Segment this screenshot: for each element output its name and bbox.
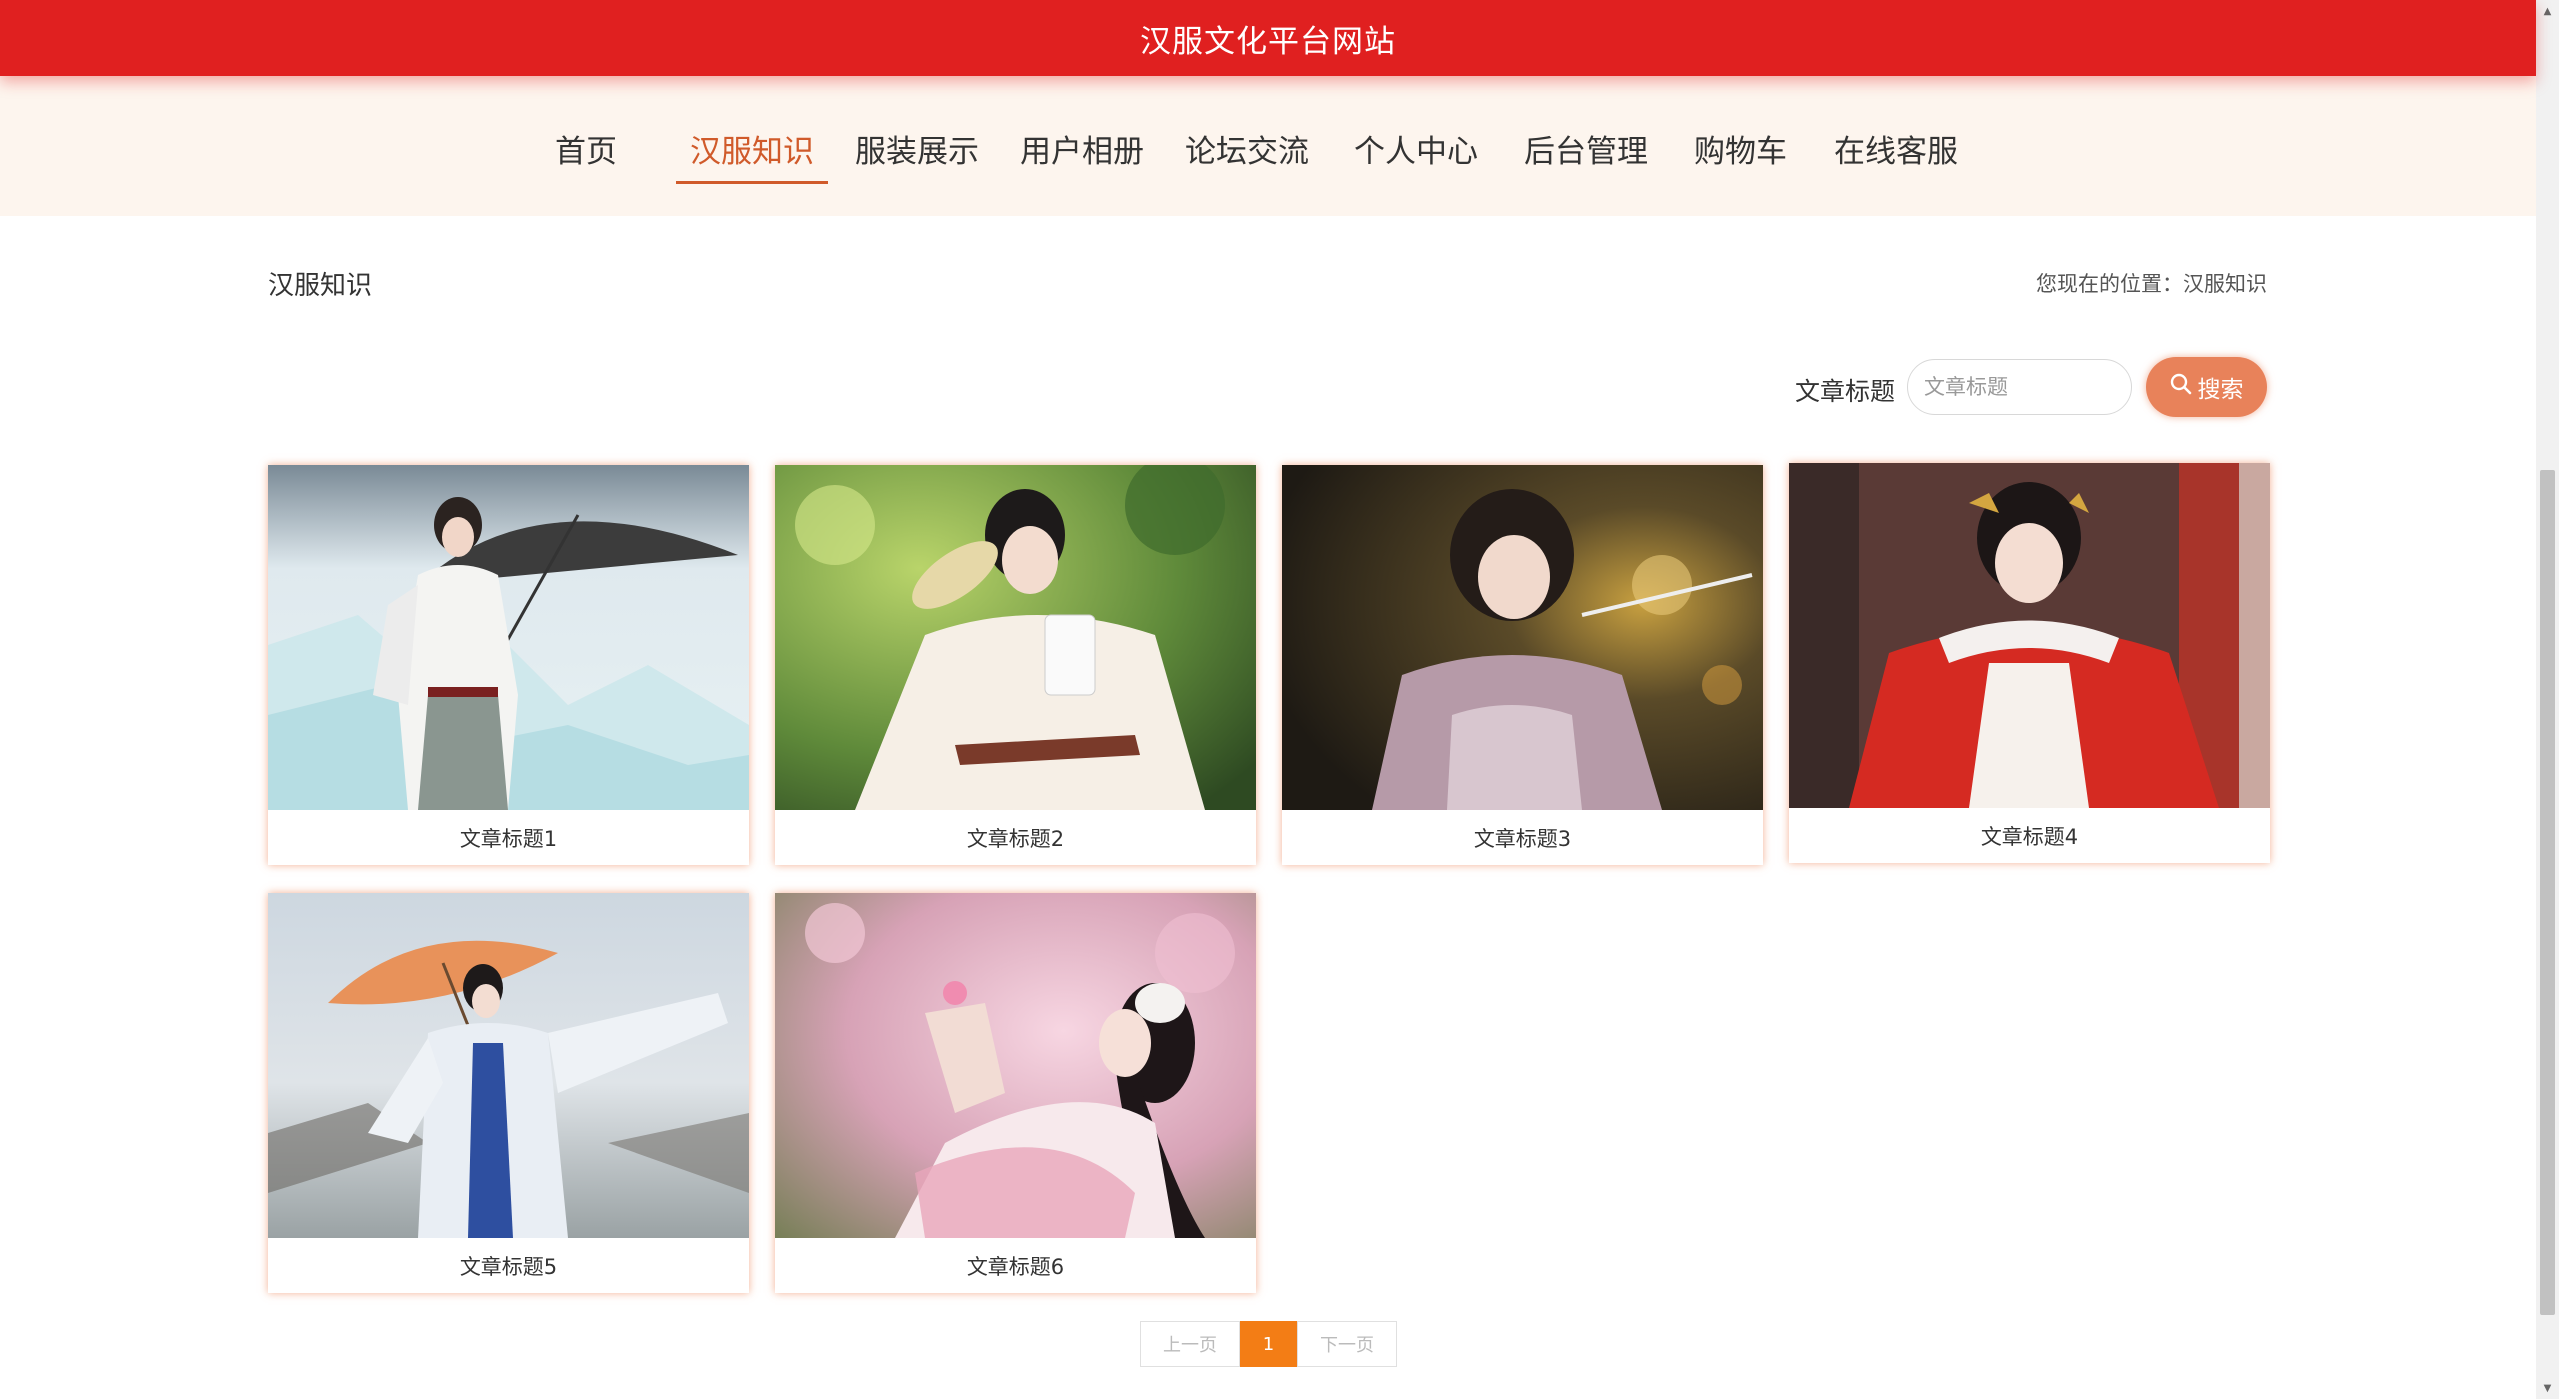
nav-item-forum[interactable]: 论坛交流 <box>1185 126 1309 181</box>
article-image[interactable] <box>775 893 1256 1238</box>
site-title: 汉服文化平台网站 <box>1140 23 1396 60</box>
article-title[interactable]: 文章标题1 <box>268 810 749 865</box>
article-image[interactable] <box>1789 463 2270 808</box>
article-card[interactable]: 文章标题3 <box>1282 465 1763 865</box>
nav-item-hanfu-knowledge[interactable]: 汉服知识 <box>676 126 828 184</box>
scroll-up-arrow-icon[interactable]: ▲ <box>2536 2 2559 20</box>
article-image[interactable] <box>775 465 1256 810</box>
nav-item-cart[interactable]: 购物车 <box>1694 126 1787 181</box>
main-nav: 首页 汉服知识 服装展示 用户相册 论坛交流 个人中心 后台管理 购物车 在线客… <box>0 76 2536 216</box>
article-card[interactable]: 文章标题5 <box>268 893 749 1293</box>
article-image[interactable] <box>1282 465 1763 810</box>
article-title[interactable]: 文章标题3 <box>1282 810 1763 865</box>
article-title[interactable]: 文章标题4 <box>1789 808 2270 863</box>
search-icon <box>2170 373 2192 401</box>
article-title[interactable]: 文章标题2 <box>775 810 1256 865</box>
nav-item-costume-display[interactable]: 服装展示 <box>855 126 979 181</box>
current-page-button[interactable]: 1 <box>1240 1321 1297 1367</box>
nav-item-online-service[interactable]: 在线客服 <box>1834 126 1958 181</box>
nav-item-personal-center[interactable]: 个人中心 <box>1354 126 1478 181</box>
next-page-button[interactable]: 下一页 <box>1297 1321 1397 1367</box>
search-button-label: 搜索 <box>2197 377 2244 403</box>
breadcrumb: 您现在的位置：汉服知识 <box>2036 272 2267 296</box>
nav-item-home[interactable]: 首页 <box>555 126 617 181</box>
article-card[interactable]: 文章标题2 <box>775 465 1256 865</box>
search-label: 文章标题 <box>1795 377 1896 406</box>
article-card[interactable]: 文章标题6 <box>775 893 1256 1293</box>
search-input[interactable] <box>1907 359 2132 415</box>
article-card[interactable]: 文章标题1 <box>268 465 749 865</box>
article-image[interactable] <box>268 893 749 1238</box>
article-title[interactable]: 文章标题5 <box>268 1238 749 1293</box>
site-header: 汉服文化平台网站 <box>0 0 2536 76</box>
prev-page-button[interactable]: 上一页 <box>1140 1321 1240 1367</box>
article-card[interactable]: 文章标题4 <box>1789 463 2270 863</box>
nav-item-admin[interactable]: 后台管理 <box>1524 126 1648 181</box>
scrollbar-thumb[interactable] <box>2540 470 2555 1315</box>
nav-item-user-album[interactable]: 用户相册 <box>1020 126 1144 181</box>
article-title[interactable]: 文章标题6 <box>775 1238 1256 1293</box>
page-title: 汉服知识 <box>268 271 373 301</box>
vertical-scrollbar[interactable]: ▲ ▼ <box>2536 0 2559 1399</box>
article-image[interactable] <box>268 465 749 810</box>
search-button[interactable]: 搜索 <box>2146 357 2267 417</box>
scroll-down-arrow-icon[interactable]: ▼ <box>2536 1379 2559 1397</box>
